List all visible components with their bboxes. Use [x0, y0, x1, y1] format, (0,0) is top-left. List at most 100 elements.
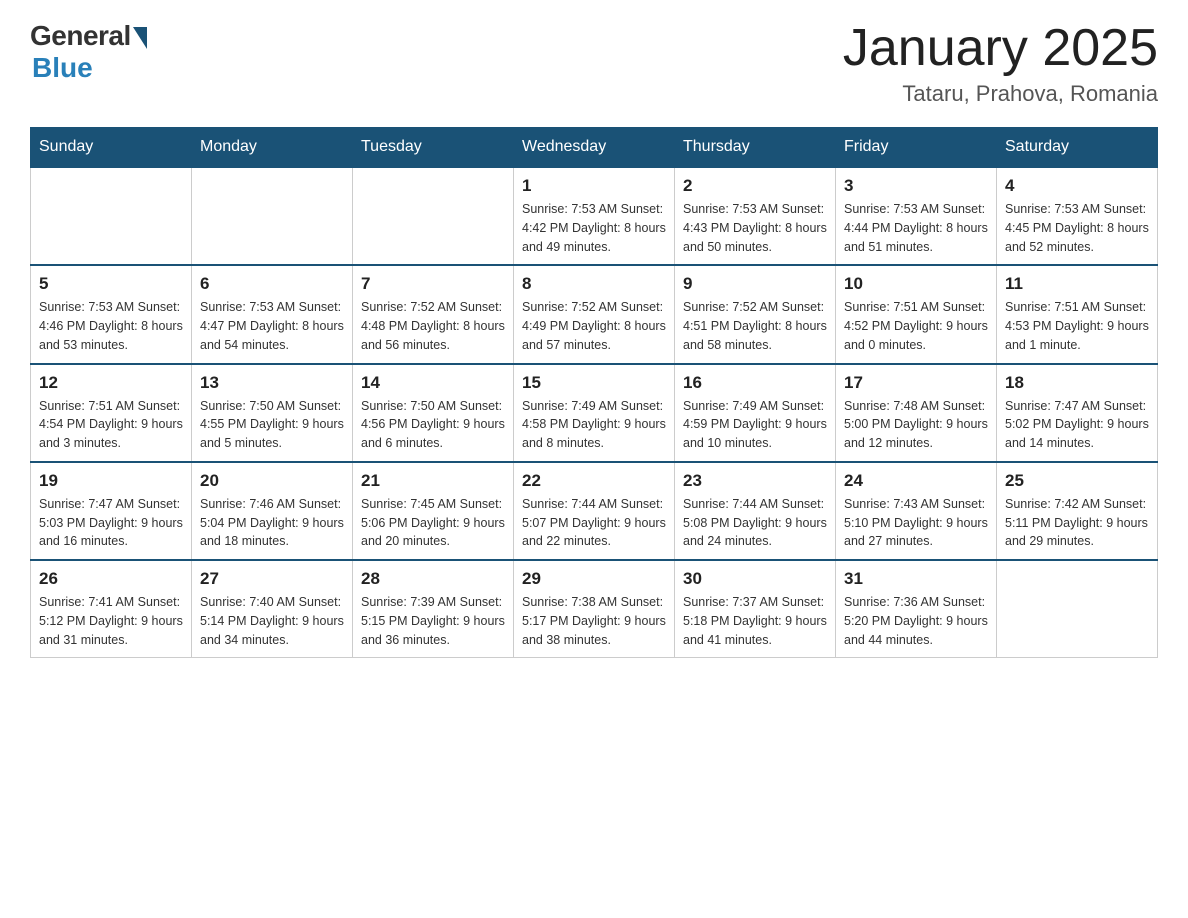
calendar-cell: 12Sunrise: 7:51 AM Sunset: 4:54 PM Dayli… [31, 364, 192, 462]
day-info: Sunrise: 7:52 AM Sunset: 4:48 PM Dayligh… [361, 298, 505, 354]
day-number: 20 [200, 471, 344, 491]
day-info: Sunrise: 7:53 AM Sunset: 4:42 PM Dayligh… [522, 200, 666, 256]
day-info: Sunrise: 7:47 AM Sunset: 5:02 PM Dayligh… [1005, 397, 1149, 453]
calendar-cell: 19Sunrise: 7:47 AM Sunset: 5:03 PM Dayli… [31, 462, 192, 560]
calendar-cell: 28 Sunrise: 7:39 AM Sunset: 5:15 PM Dayli… [353, 560, 514, 658]
calendar-table: SundayMondayTuesdayWednesdayThursdayFrid… [30, 127, 1158, 658]
day-number: 30 [683, 569, 827, 589]
calendar-cell: 22 Sunrise: 7:44 AM Sunset: 5:07 PM Dayli… [514, 462, 675, 560]
calendar-cell: 5 Sunrise: 7:53 AM Sunset: 4:46 PM Daylig… [31, 265, 192, 363]
calendar-cell: 25 Sunrise: 7:42 AM Sunset: 5:11 PM Dayli… [997, 462, 1158, 560]
day-info: Sunrise: 7:43 AM Sunset: 5:10 PM Dayligh… [844, 495, 988, 551]
day-number: 7 [361, 274, 505, 294]
calendar-week-row-5: 26Sunrise: 7:41 AM Sunset: 5:12 PM Dayli… [31, 560, 1158, 658]
calendar-cell: 16Sunrise: 7:49 AM Sunset: 4:59 PM Dayli… [675, 364, 836, 462]
day-number: 12 [39, 373, 183, 393]
day-number: 27 [200, 569, 344, 589]
calendar-header-tuesday: Tuesday [353, 128, 514, 168]
day-number: 8 [522, 274, 666, 294]
day-info: Sunrise: 7:45 AM Sunset: 5:06 PM Dayligh… [361, 495, 505, 551]
day-info: Sunrise: 7:52 AM Sunset: 4:49 PM Dayligh… [522, 298, 666, 354]
calendar-header-wednesday: Wednesday [514, 128, 675, 168]
calendar-cell: 8 Sunrise: 7:52 AM Sunset: 4:49 PM Daylig… [514, 265, 675, 363]
logo: General Blue [30, 20, 147, 84]
day-number: 14 [361, 373, 505, 393]
calendar-cell [353, 167, 514, 265]
day-info: Sunrise: 7:52 AM Sunset: 4:51 PM Dayligh… [683, 298, 827, 354]
day-info: Sunrise: 7:39 AM Sunset: 5:15 PM Dayligh… [361, 593, 505, 649]
calendar-cell: 21 Sunrise: 7:45 AM Sunset: 5:06 PM Dayli… [353, 462, 514, 560]
day-info: Sunrise: 7:53 AM Sunset: 4:46 PM Dayligh… [39, 298, 183, 354]
day-info: Sunrise: 7:38 AM Sunset: 5:17 PM Dayligh… [522, 593, 666, 649]
day-info: Sunrise: 7:53 AM Sunset: 4:44 PM Dayligh… [844, 200, 988, 256]
day-info: Sunrise: 7:51 AM Sunset: 4:53 PM Dayligh… [1005, 298, 1149, 354]
calendar-cell [997, 560, 1158, 658]
calendar-cell: 4 Sunrise: 7:53 AM Sunset: 4:45 PM Daylig… [997, 167, 1158, 265]
day-number: 29 [522, 569, 666, 589]
logo-general-text: General [30, 20, 131, 52]
day-number: 22 [522, 471, 666, 491]
day-number: 24 [844, 471, 988, 491]
day-number: 4 [1005, 176, 1149, 196]
page-header: General Blue January 2025 Tataru, Prahov… [30, 20, 1158, 107]
calendar-cell: 3 Sunrise: 7:53 AM Sunset: 4:44 PM Daylig… [836, 167, 997, 265]
day-number: 31 [844, 569, 988, 589]
day-info: Sunrise: 7:48 AM Sunset: 5:00 PM Dayligh… [844, 397, 988, 453]
calendar-cell: 20Sunrise: 7:46 AM Sunset: 5:04 PM Dayli… [192, 462, 353, 560]
calendar-cell [192, 167, 353, 265]
title-section: January 2025 Tataru, Prahova, Romania [843, 20, 1158, 107]
day-number: 26 [39, 569, 183, 589]
calendar-cell [31, 167, 192, 265]
calendar-cell: 29 Sunrise: 7:38 AM Sunset: 5:17 PM Dayli… [514, 560, 675, 658]
calendar-cell: 6 Sunrise: 7:53 AM Sunset: 4:47 PM Daylig… [192, 265, 353, 363]
day-number: 28 [361, 569, 505, 589]
calendar-header-sunday: Sunday [31, 128, 192, 168]
calendar-cell: 7 Sunrise: 7:52 AM Sunset: 4:48 PM Daylig… [353, 265, 514, 363]
calendar-cell: 24 Sunrise: 7:43 AM Sunset: 5:10 PM Dayli… [836, 462, 997, 560]
calendar-header-monday: Monday [192, 128, 353, 168]
calendar-cell: 31 Sunrise: 7:36 AM Sunset: 5:20 PM Dayli… [836, 560, 997, 658]
calendar-cell: 27 Sunrise: 7:40 AM Sunset: 5:14 PM Dayli… [192, 560, 353, 658]
logo-blue-text: Blue [32, 52, 93, 84]
day-number: 5 [39, 274, 183, 294]
day-info: Sunrise: 7:40 AM Sunset: 5:14 PM Dayligh… [200, 593, 344, 649]
day-number: 6 [200, 274, 344, 294]
day-info: Sunrise: 7:49 AM Sunset: 4:58 PM Dayligh… [522, 397, 666, 453]
day-number: 16 [683, 373, 827, 393]
calendar-cell: 2Sunrise: 7:53 AM Sunset: 4:43 PM Daylig… [675, 167, 836, 265]
calendar-cell: 30 Sunrise: 7:37 AM Sunset: 5:18 PM Dayli… [675, 560, 836, 658]
calendar-cell: 17Sunrise: 7:48 AM Sunset: 5:00 PM Dayli… [836, 364, 997, 462]
day-number: 2 [683, 176, 827, 196]
calendar-header-friday: Friday [836, 128, 997, 168]
month-title: January 2025 [843, 20, 1158, 77]
day-info: Sunrise: 7:53 AM Sunset: 4:47 PM Dayligh… [200, 298, 344, 354]
day-info: Sunrise: 7:50 AM Sunset: 4:55 PM Dayligh… [200, 397, 344, 453]
day-info: Sunrise: 7:44 AM Sunset: 5:07 PM Dayligh… [522, 495, 666, 551]
day-number: 11 [1005, 274, 1149, 294]
day-info: Sunrise: 7:37 AM Sunset: 5:18 PM Dayligh… [683, 593, 827, 649]
day-info: Sunrise: 7:51 AM Sunset: 4:52 PM Dayligh… [844, 298, 988, 354]
calendar-header-thursday: Thursday [675, 128, 836, 168]
day-number: 9 [683, 274, 827, 294]
calendar-week-row-2: 5 Sunrise: 7:53 AM Sunset: 4:46 PM Daylig… [31, 265, 1158, 363]
day-number: 21 [361, 471, 505, 491]
calendar-week-row-3: 12Sunrise: 7:51 AM Sunset: 4:54 PM Dayli… [31, 364, 1158, 462]
calendar-cell: 15 Sunrise: 7:49 AM Sunset: 4:58 PM Dayli… [514, 364, 675, 462]
day-info: Sunrise: 7:53 AM Sunset: 4:45 PM Dayligh… [1005, 200, 1149, 256]
day-number: 23 [683, 471, 827, 491]
calendar-cell: 18 Sunrise: 7:47 AM Sunset: 5:02 PM Dayli… [997, 364, 1158, 462]
calendar-week-row-1: 1 Sunrise: 7:53 AM Sunset: 4:42 PM Daylig… [31, 167, 1158, 265]
day-info: Sunrise: 7:44 AM Sunset: 5:08 PM Dayligh… [683, 495, 827, 551]
day-number: 15 [522, 373, 666, 393]
day-info: Sunrise: 7:36 AM Sunset: 5:20 PM Dayligh… [844, 593, 988, 649]
day-number: 1 [522, 176, 666, 196]
day-info: Sunrise: 7:50 AM Sunset: 4:56 PM Dayligh… [361, 397, 505, 453]
calendar-cell: 1 Sunrise: 7:53 AM Sunset: 4:42 PM Daylig… [514, 167, 675, 265]
day-number: 3 [844, 176, 988, 196]
calendar-header-row: SundayMondayTuesdayWednesdayThursdayFrid… [31, 128, 1158, 168]
location-subtitle: Tataru, Prahova, Romania [843, 81, 1158, 107]
day-info: Sunrise: 7:42 AM Sunset: 5:11 PM Dayligh… [1005, 495, 1149, 551]
day-number: 18 [1005, 373, 1149, 393]
calendar-cell: 23 Sunrise: 7:44 AM Sunset: 5:08 PM Dayli… [675, 462, 836, 560]
day-number: 25 [1005, 471, 1149, 491]
